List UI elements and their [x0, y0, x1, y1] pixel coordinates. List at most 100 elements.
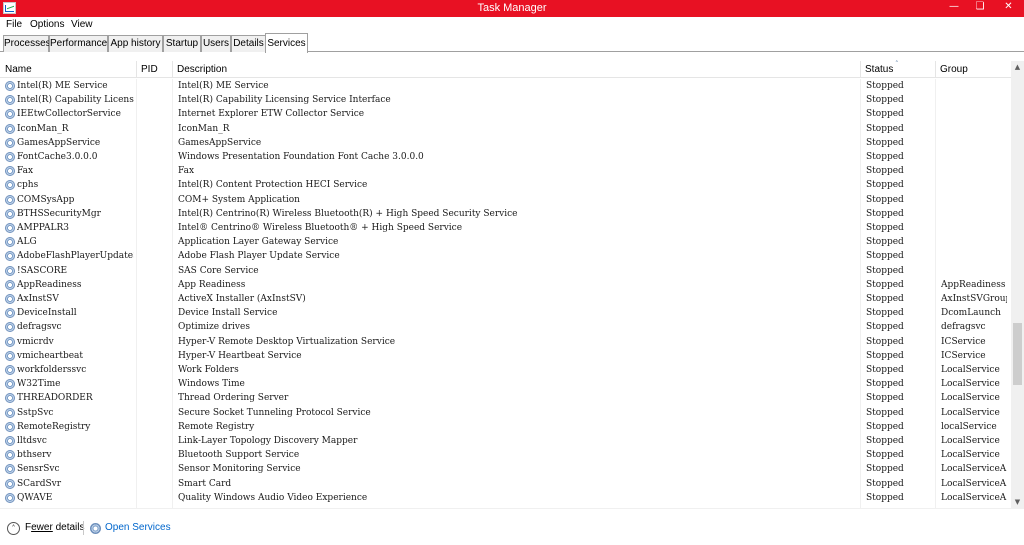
table-row[interactable]: COMSysApp COM+ System Application Stopped: [0, 193, 1011, 207]
table-row[interactable]: lltdsvc Link-Layer Topology Discovery Map…: [0, 434, 1011, 448]
service-status: Stopped: [866, 81, 904, 91]
table-row[interactable]: DeviceInstall Device Install Service Stopp…: [0, 306, 1011, 320]
table-row[interactable]: Intel(R) Capability Licensin... Intel(R) …: [0, 93, 1011, 107]
table-row[interactable]: AxInstSV ActiveX Installer (AxInstSV) Stop…: [0, 292, 1011, 306]
service-gear-icon: [5, 95, 15, 106]
menu-bar: File Options View: [0, 17, 1024, 33]
tab-services[interactable]: Services: [265, 33, 308, 53]
service-pid: [141, 448, 171, 462]
tab-performance[interactable]: Performance: [49, 35, 108, 52]
service-name: SensrSvc: [17, 464, 60, 475]
table-row[interactable]: vmicrdv Hyper-V Remote Desktop Virtualiza…: [0, 335, 1011, 349]
column-header-description[interactable]: Description: [172, 61, 860, 78]
table-row[interactable]: vmicheartbeat Hyper-V Heartbeat Service St…: [0, 349, 1011, 363]
menu-file[interactable]: File: [6, 19, 22, 30]
table-row[interactable]: Fax Fax Stopped: [0, 164, 1011, 178]
column-header-pid[interactable]: PID: [136, 61, 172, 78]
table-row[interactable]: IconMan_R IconMan_R Stopped: [0, 122, 1011, 136]
service-name: W32Time: [17, 379, 61, 390]
table-row[interactable]: AMPPALR3 Intel® Centrino® Wireless Blueto…: [0, 221, 1011, 235]
fewer-details-underlined: ewer: [31, 522, 53, 533]
service-description: Intel(R) ME Service: [178, 81, 269, 91]
service-gear-icon: [5, 208, 15, 219]
table-row[interactable]: IEEtwCollectorService Internet Explorer E…: [0, 107, 1011, 121]
column-header-name[interactable]: Name: [0, 61, 136, 78]
collapse-chevron-icon[interactable]: ˄: [7, 522, 20, 535]
table-row[interactable]: GamesAppService GamesAppService Stopped: [0, 136, 1011, 150]
column-header-group[interactable]: Group: [935, 61, 1011, 78]
service-status: Stopped: [866, 478, 904, 489]
tab-app-history[interactable]: App history: [108, 35, 163, 52]
service-description: Intel(R) Centrino(R) Wireless Bluetooth(…: [178, 208, 518, 219]
table-row[interactable]: W32Time Windows Time Stopped LocalService: [0, 377, 1011, 391]
service-gear-icon: [5, 194, 15, 205]
table-row[interactable]: THREADORDER Thread Ordering Server Stopped…: [0, 391, 1011, 405]
table-row[interactable]: workfolderssvc Work Folders Stopped LocalSe…: [0, 363, 1011, 377]
service-pid: [141, 335, 171, 349]
table-row[interactable]: RemoteRegistry Remote Registry Stopped loca…: [0, 420, 1011, 434]
service-status: Stopped: [866, 407, 904, 418]
scrollbar-thumb[interactable]: [1013, 323, 1022, 385]
table-row[interactable]: BTHSSecurityMgr Intel(R) Centrino(R) Wire…: [0, 207, 1011, 221]
minimize-button[interactable]: —: [941, 0, 967, 17]
service-group: [941, 249, 1007, 263]
vertical-scrollbar[interactable]: ▲ ▼: [1011, 61, 1024, 508]
service-name: IconMan_R: [17, 123, 69, 134]
open-services-link[interactable]: Open Services: [105, 522, 171, 533]
service-gear-icon: [5, 436, 15, 446]
service-group: [941, 164, 1007, 178]
tab-startup[interactable]: Startup: [163, 35, 201, 52]
service-name: AMPPALR3: [17, 223, 69, 233]
service-pid: [141, 320, 171, 334]
table-row[interactable]: AdobeFlashPlayerUpdateSvc Adobe Flash Pla…: [0, 249, 1011, 263]
table-row[interactable]: bthserv Bluetooth Support Service Stopped L…: [0, 448, 1011, 462]
scroll-up-icon[interactable]: ▲: [1011, 63, 1024, 71]
menu-options[interactable]: Options: [30, 19, 64, 30]
table-row[interactable]: cphs Intel(R) Content Protection HECI Ser…: [0, 178, 1011, 192]
service-status: Stopped: [866, 137, 904, 148]
service-gear-icon: [5, 379, 15, 390]
menu-view[interactable]: View: [71, 19, 93, 30]
service-description: Link-Layer Topology Discovery Mapper: [178, 436, 358, 446]
service-group: LocalServiceA...: [941, 478, 1007, 489]
service-gear-icon: [5, 308, 15, 319]
table-row[interactable]: QWAVE Quality Windows Audio Video Experie…: [0, 491, 1011, 505]
table-row[interactable]: AppReadiness App Readiness Stopped AppReadi…: [0, 278, 1011, 292]
service-gear-icon: [5, 166, 15, 177]
table-row[interactable]: defragsvc Optimize drives Stopped defragsvc: [0, 320, 1011, 334]
title-bar[interactable]: Task Manager — ❏ ✕: [0, 0, 1024, 17]
service-status: Stopped: [866, 166, 904, 177]
service-description: Device Install Service: [178, 308, 278, 319]
tab-processes[interactable]: Processes: [3, 35, 51, 52]
service-group: [941, 122, 1007, 136]
service-description: Intel(R) Capability Licensing Service In…: [178, 95, 391, 106]
fewer-details-suffix: details: [52, 522, 85, 533]
table-row[interactable]: !SASCORE SAS Core Service Stopped: [0, 264, 1011, 278]
table-row[interactable]: ALG Application Layer Gateway Service Stop…: [0, 235, 1011, 249]
service-group: defragsvc: [941, 322, 986, 333]
service-group: [941, 93, 1007, 107]
table-row[interactable]: SstpSvc Secure Socket Tunneling Protocol …: [0, 406, 1011, 420]
service-gear-icon: [5, 81, 15, 91]
maximize-button[interactable]: ❏: [967, 0, 993, 17]
service-description: Adobe Flash Player Update Service: [178, 251, 340, 262]
table-row[interactable]: SensrSvc Sensor Monitoring Service Stopped…: [0, 462, 1011, 476]
table-row[interactable]: SCardSvr Smart Card Stopped LocalServiceA..…: [0, 477, 1011, 491]
scroll-down-icon[interactable]: ▼: [1011, 498, 1024, 506]
service-status: Stopped: [866, 95, 904, 106]
services-gear-icon[interactable]: [90, 523, 101, 534]
table-row[interactable]: Intel(R) ME Service Intel(R) ME Service St…: [0, 79, 1011, 93]
service-gear-icon: [5, 322, 15, 333]
fewer-details-link[interactable]: Fewer details: [25, 522, 84, 533]
close-button[interactable]: ✕: [993, 0, 1024, 17]
service-name: FontCache3.0.0.0: [17, 152, 98, 162]
service-name: Intel(R) Capability Licensin...: [17, 95, 134, 106]
service-pid: [141, 235, 171, 249]
table-row[interactable]: FontCache3.0.0.0 Windows Presentation Fou…: [0, 150, 1011, 164]
service-group: [941, 107, 1007, 121]
service-status: Stopped: [866, 194, 904, 205]
tab-users[interactable]: Users: [201, 35, 231, 52]
sort-ascending-icon: ˄: [895, 60, 899, 68]
services-table[interactable]: Intel(R) ME Service Intel(R) ME Service St…: [0, 79, 1011, 508]
tab-details[interactable]: Details: [231, 35, 266, 52]
